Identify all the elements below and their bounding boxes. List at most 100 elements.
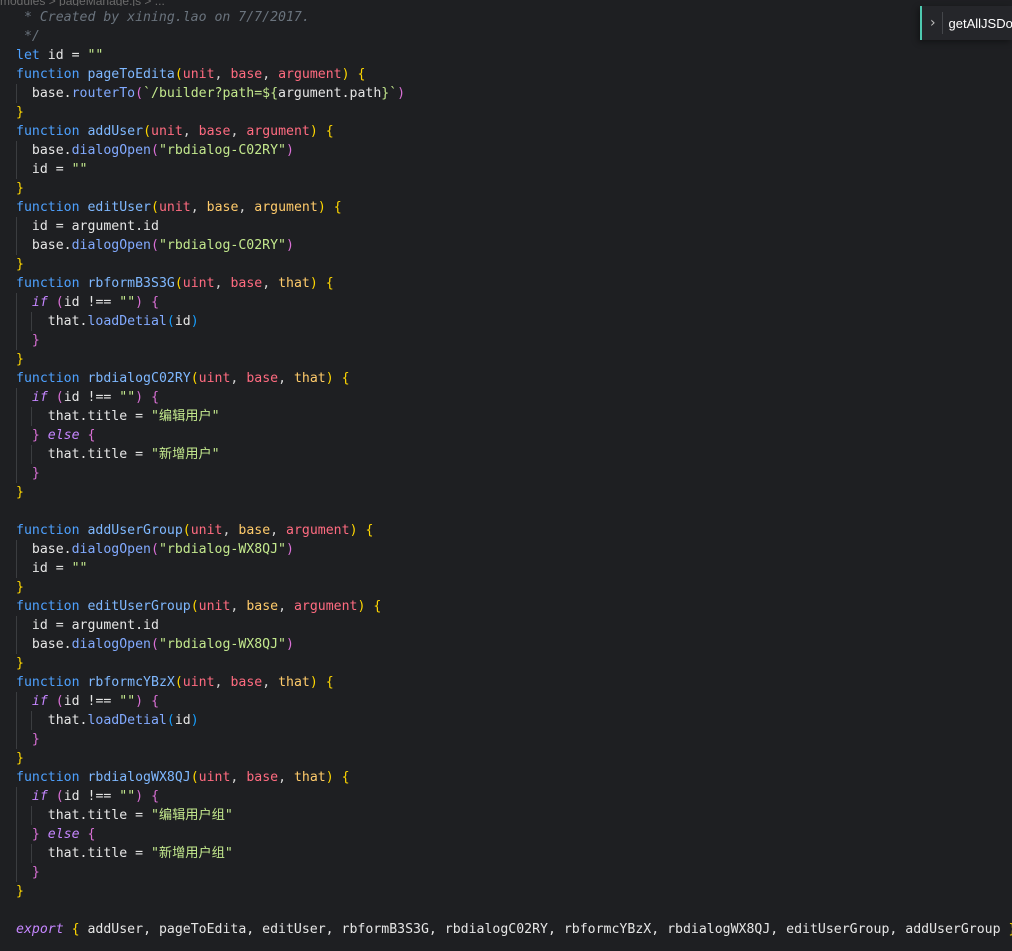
code-token: {	[365, 523, 374, 538]
code-token: argument	[254, 200, 318, 215]
code-line[interactable]	[0, 502, 1012, 521]
code-line[interactable]: base.dialogOpen("rbdialog-WX8QJ")	[0, 635, 1012, 654]
code-line[interactable]: function editUserGroup(unit, base, argum…	[0, 597, 1012, 616]
code-token: (	[55, 390, 64, 405]
code-line[interactable]: } else {	[0, 426, 1012, 445]
code-line[interactable]: function pageToEdita(unit, base, argumen…	[0, 65, 1012, 84]
code-token: editUserGroup	[87, 599, 191, 614]
code-line[interactable]: if (id !== "") {	[0, 692, 1012, 711]
code-line[interactable]: that.title = "编辑用户"	[0, 407, 1012, 426]
indent-guide	[31, 711, 33, 730]
code-line[interactable]: if (id !== "") {	[0, 388, 1012, 407]
code-line[interactable]: } else {	[0, 825, 1012, 844]
code-line[interactable]: function addUserGroup(unit, base, argume…	[0, 521, 1012, 540]
code-token: ,	[278, 770, 294, 785]
code-token: if	[31, 694, 48, 709]
code-line[interactable]: * Created by xining.lao on 7/7/2017.	[0, 8, 1012, 27]
code-line[interactable]	[0, 901, 1012, 920]
code-line[interactable]: let id = ""	[0, 46, 1012, 65]
breadcrumb[interactable]: modules > pageManage.js > ...	[0, 0, 1012, 6]
code-line[interactable]: }	[0, 882, 1012, 901]
code-token: (	[174, 67, 183, 82]
code-token: id	[174, 314, 191, 329]
chevron-right-icon[interactable]: ›	[930, 15, 936, 31]
code-token: loadDetial	[87, 713, 167, 728]
code-line[interactable]: }	[0, 464, 1012, 483]
indent-guide	[16, 445, 17, 464]
code-token: else	[47, 827, 80, 842]
code-line[interactable]: that.loadDetial(id)	[0, 711, 1012, 730]
outline-sticky-widget[interactable]: › getAllJSDoc	[920, 6, 1012, 40]
code-token: {	[357, 67, 366, 82]
code-line[interactable]: }	[0, 578, 1012, 597]
code-line[interactable]: }	[0, 654, 1012, 673]
code-line[interactable]: */	[0, 27, 1012, 46]
code-line[interactable]: that.title = "新增用户"	[0, 445, 1012, 464]
code-line[interactable]: if (id !== "") {	[0, 293, 1012, 312]
code-line[interactable]: function rbformcYBzX(uint, base, that) {	[0, 673, 1012, 692]
code-line[interactable]: }	[0, 179, 1012, 198]
code-token: if	[31, 295, 48, 310]
code-line[interactable]: base.dialogOpen("rbdialog-WX8QJ")	[0, 540, 1012, 559]
code-line[interactable]: }	[0, 483, 1012, 502]
outline-symbol-label[interactable]: getAllJSDoc	[949, 16, 1012, 31]
code-token: ,	[190, 200, 207, 215]
code-token: }	[1008, 922, 1012, 937]
code-line[interactable]: base.routerTo(`/builder?path=${argument.…	[0, 84, 1012, 103]
code-token: {	[341, 371, 350, 386]
code-line[interactable]: id = ""	[0, 559, 1012, 578]
code-line[interactable]: }	[0, 749, 1012, 768]
code-token: }	[16, 884, 24, 899]
code-token: {	[325, 124, 334, 139]
code-line[interactable]: id = argument.id	[0, 616, 1012, 635]
code-line[interactable]: }	[0, 331, 1012, 350]
code-line[interactable]: }	[0, 350, 1012, 369]
code-token: function	[16, 599, 80, 614]
code-token: ,	[182, 124, 199, 139]
code-line[interactable]: }	[0, 255, 1012, 274]
code-line[interactable]: function rbdialogWX8QJ(uint, base, that)…	[0, 768, 1012, 787]
code-token: {	[151, 390, 160, 405]
code-token: )	[285, 542, 294, 557]
code-token: ,	[262, 675, 279, 690]
code-token: base	[246, 371, 279, 386]
code-token: that	[293, 770, 326, 785]
code-token: routerTo	[71, 86, 136, 101]
code-line[interactable]: id = argument.id	[0, 217, 1012, 236]
code-line[interactable]: function rbformB3S3G(uint, base, that) {	[0, 274, 1012, 293]
code-token: (	[55, 694, 64, 709]
code-line[interactable]: function rbdialogC02RY(uint, base, that)…	[0, 369, 1012, 388]
code-line[interactable]: }	[0, 103, 1012, 122]
indent-guide	[16, 388, 17, 407]
code-token: argument	[246, 124, 310, 139]
code-token: base	[198, 124, 231, 139]
code-token: ,	[214, 276, 231, 291]
code-line[interactable]: function editUser(unit, base, argument) …	[0, 198, 1012, 217]
code-token: ,	[230, 371, 247, 386]
code-line[interactable]: if (id !== "") {	[0, 787, 1012, 806]
code-line[interactable]: id = ""	[0, 160, 1012, 179]
code-token: argument	[293, 599, 358, 614]
code-line[interactable]: export { addUser, pageToEdita, editUser,…	[0, 920, 1012, 939]
code-line[interactable]: }	[0, 863, 1012, 882]
code-line[interactable]: base.dialogOpen("rbdialog-C02RY")	[0, 141, 1012, 160]
code-line[interactable]: that.title = "编辑用户组"	[0, 806, 1012, 825]
code-editor[interactable]: * Created by xining.lao on 7/7/2017. */ l…	[0, 8, 1012, 951]
code-token: base.	[16, 542, 72, 557]
code-line[interactable]: function addUser(unit, base, argument) {	[0, 122, 1012, 141]
code-line[interactable]: that.loadDetial(id)	[0, 312, 1012, 331]
code-line[interactable]: base.dialogOpen("rbdialog-C02RY")	[0, 236, 1012, 255]
code-line[interactable]: that.title = "新增用户组"	[0, 844, 1012, 863]
code-token: }`	[381, 86, 398, 101]
code-token: rbformB3S3G	[87, 276, 175, 291]
code-token: else	[47, 428, 80, 443]
code-line[interactable]: }	[0, 730, 1012, 749]
code-token: )	[285, 238, 294, 253]
